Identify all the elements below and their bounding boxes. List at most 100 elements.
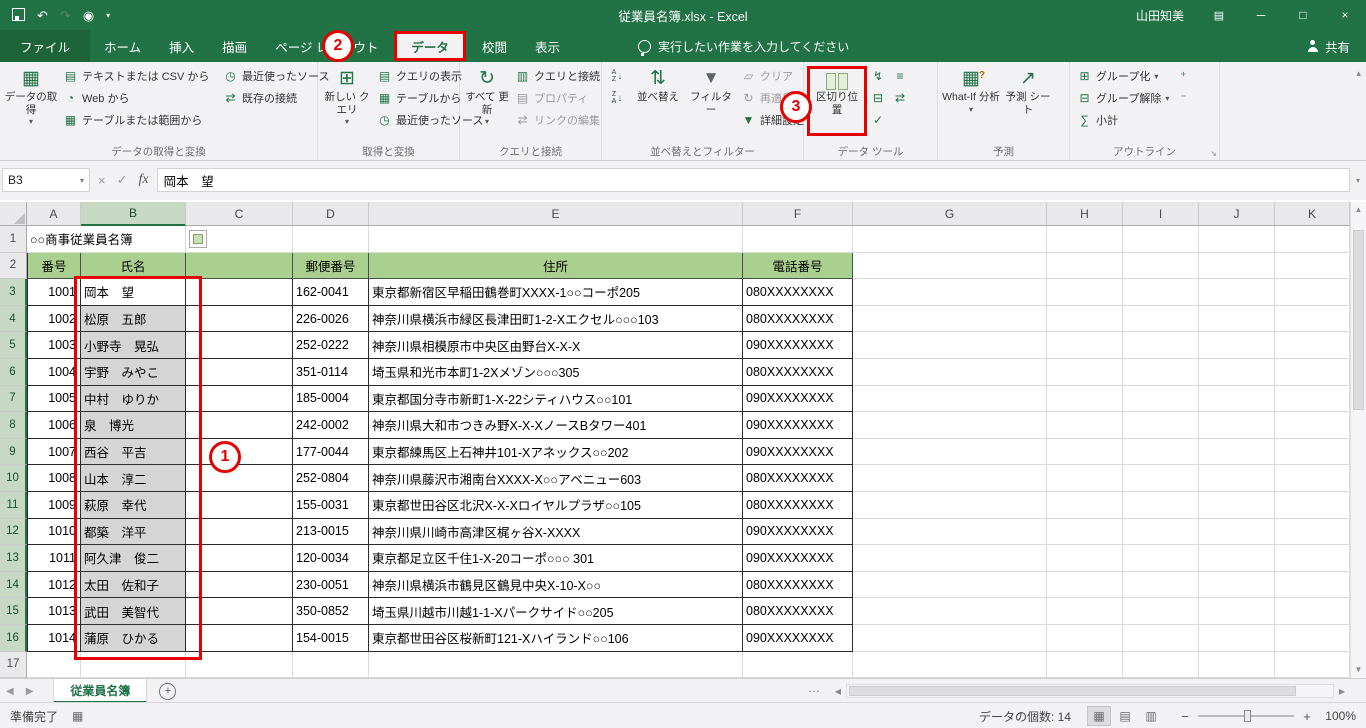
cell[interactable] — [1123, 305, 1199, 333]
remove-duplicates-button[interactable]: ⊟ — [867, 87, 889, 109]
row-header-6[interactable]: 6 — [0, 358, 27, 386]
cell[interactable] — [853, 438, 1047, 466]
cell[interactable] — [1123, 252, 1199, 280]
cell-phone[interactable]: 080XXXXXXXX — [743, 465, 853, 492]
cell[interactable] — [1199, 571, 1275, 599]
cell-zip[interactable]: 242-0002 — [293, 412, 369, 439]
cell[interactable] — [1199, 598, 1275, 625]
cell-phone[interactable]: 090XXXXXXXX — [743, 438, 853, 466]
zoom-out-button[interactable]: − — [1179, 709, 1191, 724]
tell-me-box[interactable]: 実行したい作業を入力してください — [637, 30, 849, 62]
existing-connections-button[interactable]: ⇄ 既存の接続 — [219, 87, 332, 109]
cell[interactable] — [1275, 651, 1350, 678]
cell-number[interactable]: 1013 — [27, 598, 81, 625]
cell[interactable] — [1047, 465, 1123, 492]
signed-in-user[interactable]: 山田知美 — [1122, 7, 1198, 24]
cell-name[interactable]: 西谷 平吉 — [81, 438, 186, 466]
cell[interactable] — [1047, 545, 1123, 572]
cell-zip[interactable]: 230-0051 — [293, 571, 369, 599]
cell[interactable] — [293, 226, 369, 253]
cell-address[interactable]: 東京都新宿区早稲田鶴巻町XXXX-1○○コーポ205 — [369, 279, 743, 306]
cell-name[interactable]: 阿久津 俊二 — [81, 545, 186, 572]
row-header-9[interactable]: 9 — [0, 438, 27, 466]
cell-number[interactable]: 1006 — [27, 412, 81, 439]
cell[interactable] — [1123, 332, 1199, 359]
vertical-scroll-thumb[interactable] — [1353, 230, 1364, 410]
cell[interactable] — [369, 226, 743, 253]
queries-connections-button[interactable]: ▥ クエリと接続 — [511, 65, 603, 87]
table-header-cell[interactable]: 電話番号 — [743, 252, 853, 280]
cell[interactable] — [186, 545, 293, 572]
cell[interactable] — [186, 465, 293, 492]
cell-phone[interactable]: 080XXXXXXXX — [743, 358, 853, 386]
record-macro-icon[interactable]: ▦ — [72, 709, 83, 723]
cell-name[interactable]: 小野寺 晃弘 — [81, 332, 186, 359]
column-header-H[interactable]: H — [1047, 202, 1123, 226]
cell[interactable] — [81, 651, 186, 678]
customize-qat-dropdown[interactable]: ▾ — [106, 9, 110, 22]
cell[interactable] — [1123, 518, 1199, 546]
flash-fill-options-icon[interactable] — [189, 229, 207, 248]
ribbon-display-options-button[interactable]: ▤ — [1198, 0, 1240, 30]
cell[interactable] — [293, 651, 369, 678]
flash-fill-button[interactable]: ↯ — [867, 65, 889, 87]
cell[interactable] — [853, 332, 1047, 359]
cell[interactable] — [1123, 545, 1199, 572]
cell-zip[interactable]: 120-0034 — [293, 545, 369, 572]
cell[interactable] — [186, 305, 293, 333]
cell-number[interactable]: 1010 — [27, 518, 81, 546]
cell[interactable] — [853, 305, 1047, 333]
cell[interactable] — [1275, 438, 1350, 466]
cell[interactable] — [369, 651, 743, 678]
cell[interactable] — [853, 571, 1047, 599]
row-header-3[interactable]: 3 — [0, 279, 27, 306]
column-header-D[interactable]: D — [293, 202, 369, 226]
cell[interactable] — [1123, 438, 1199, 466]
cell[interactable] — [1199, 518, 1275, 546]
cell-name[interactable]: 武田 美智代 — [81, 598, 186, 625]
cell[interactable] — [186, 571, 293, 599]
cell[interactable] — [1199, 385, 1275, 413]
cell[interactable] — [1047, 332, 1123, 359]
cell[interactable] — [853, 385, 1047, 413]
cell[interactable] — [1199, 305, 1275, 333]
cancel-button[interactable]: × — [98, 173, 106, 188]
save-button[interactable] — [12, 7, 25, 23]
cell[interactable] — [1047, 305, 1123, 333]
cell-name[interactable]: 山本 淳二 — [81, 465, 186, 492]
tab-page-layout[interactable]: ページ レイアウト — [261, 30, 392, 62]
scroll-left-icon[interactable]: ◀ — [830, 687, 846, 696]
cell[interactable] — [186, 438, 293, 466]
row-header-11[interactable]: 11 — [0, 491, 27, 519]
cell-phone[interactable]: 080XXXXXXXX — [743, 305, 853, 333]
page-break-view-button[interactable]: ▥ — [1139, 706, 1163, 726]
cell[interactable] — [853, 358, 1047, 386]
row-header-16[interactable]: 16 — [0, 624, 27, 652]
zoom-slider-thumb[interactable] — [1244, 710, 1251, 722]
cell-phone[interactable]: 090XXXXXXXX — [743, 518, 853, 546]
cell[interactable] — [1199, 226, 1275, 253]
row-header-17[interactable]: 17 — [0, 651, 27, 678]
cell-name[interactable]: 太田 佐和子 — [81, 571, 186, 599]
cell[interactable] — [186, 332, 293, 359]
cell[interactable] — [1199, 332, 1275, 359]
cell-zip[interactable]: 162-0041 — [293, 279, 369, 306]
get-data-button[interactable]: ▦ データの取 得 ▾ — [3, 65, 59, 129]
undo-button[interactable]: ↶ — [37, 9, 48, 22]
cell[interactable] — [1123, 279, 1199, 306]
column-header-A[interactable]: A — [27, 202, 81, 226]
table-header-cell[interactable]: 番号 — [27, 252, 81, 280]
sort-button[interactable]: ⇅ 並べ替え — [631, 65, 685, 106]
cell[interactable] — [1199, 358, 1275, 386]
cell[interactable] — [27, 651, 81, 678]
cell-number[interactable]: 1001 — [27, 279, 81, 306]
data-validation-button[interactable]: ✓ — [867, 109, 889, 131]
cell-phone[interactable]: 080XXXXXXXX — [743, 598, 853, 625]
sheet-tab-active[interactable]: 従業員名簿 — [53, 679, 148, 703]
sort-descending-button[interactable]: Z A ↓ — [605, 87, 629, 109]
cell[interactable] — [1047, 598, 1123, 625]
cell-name[interactable]: 萩原 幸代 — [81, 491, 186, 519]
horizontal-scroll-track[interactable] — [846, 684, 1334, 698]
cell-phone[interactable]: 090XXXXXXXX — [743, 624, 853, 652]
zoom-slider[interactable] — [1198, 710, 1294, 722]
